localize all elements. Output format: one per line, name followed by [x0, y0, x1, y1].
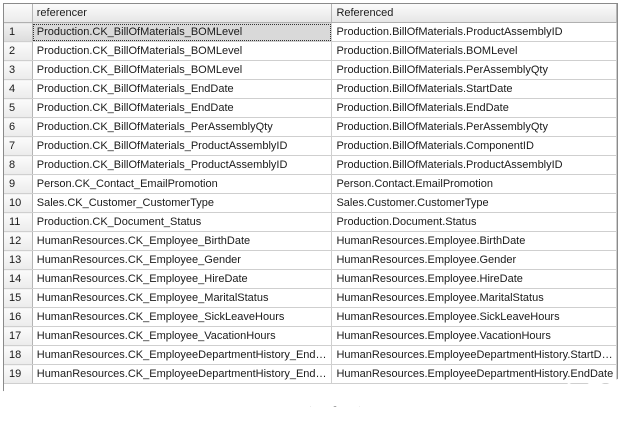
referencer-cell[interactable]: Production.CK_BillOfMaterials_EndDate: [32, 79, 333, 99]
referencer-cell[interactable]: Person.CK_Contact_EmailPromotion: [32, 174, 333, 194]
referencer-cell[interactable]: Production.CK_BillOfMaterials_ProductAss…: [32, 136, 333, 156]
table-row[interactable]: 7 Production.CK_BillOfMaterials_ProductAs…: [4, 136, 617, 156]
table-row[interactable]: 15 HumanResources.CK_Employee_MaritalStat…: [4, 288, 617, 308]
referencer-cell[interactable]: Production.CK_BillOfMaterials_BOMLevel: [32, 22, 333, 42]
referenced-cell[interactable]: Production.BillOfMaterials.ProductAssemb…: [331, 22, 617, 42]
row-number[interactable]: 18: [4, 345, 33, 365]
row-number[interactable]: 15: [4, 288, 33, 308]
referenced-cell[interactable]: HumanResources.EmployeeDepartmentHistory…: [331, 345, 617, 365]
referenced-cell[interactable]: HumanResources.Employee.VacationHours: [331, 326, 617, 346]
row-number[interactable]: 12: [4, 231, 33, 251]
referenced-cell[interactable]: Production.BillOfMaterials.StartDate: [331, 79, 617, 99]
referenced-cell[interactable]: Sales.Customer.CustomerType: [331, 193, 617, 213]
referencer-cell[interactable]: HumanResources.CK_EmployeeDepartmentHist…: [32, 364, 333, 384]
referencer-cell[interactable]: HumanResources.CK_EmployeeDepartmentHist…: [32, 345, 333, 365]
referencer-cell[interactable]: HumanResources.CK_Employee_VacationHours: [32, 326, 333, 346]
table-row[interactable]: 19 HumanResources.CK_EmployeeDepartmentHi…: [4, 364, 617, 384]
row-number[interactable]: 10: [4, 193, 33, 213]
results-table: referencer Referenced 1 Production.CK_Bil…: [4, 4, 617, 384]
referencer-cell[interactable]: Production.CK_BillOfMaterials_ProductAss…: [32, 155, 333, 175]
row-number[interactable]: 11: [4, 212, 33, 232]
row-number[interactable]: 1: [4, 22, 33, 42]
referencer-cell[interactable]: HumanResources.CK_Employee_MaritalStatus: [32, 288, 333, 308]
table-row[interactable]: 9 Person.CK_Contact_EmailPromotion Person.…: [4, 174, 617, 194]
referenced-cell[interactable]: Production.BillOfMaterials.BOMLevel: [331, 41, 617, 61]
select-all-corner[interactable]: [4, 4, 33, 23]
row-number[interactable]: 9: [4, 174, 33, 194]
row-number[interactable]: 6: [4, 117, 33, 137]
referencer-cell[interactable]: Sales.CK_Customer_CustomerType: [32, 193, 333, 213]
referenced-cell[interactable]: HumanResources.Employee.Gender: [331, 250, 617, 270]
table-row[interactable]: 12 HumanResources.CK_Employee_BirthDate Hu…: [4, 231, 617, 251]
row-number[interactable]: 8: [4, 155, 33, 175]
table-row[interactable]: 17 HumanResources.CK_Employee_VacationHou…: [4, 326, 617, 346]
table-row[interactable]: 3 Production.CK_BillOfMaterials_BOMLevel P…: [4, 60, 617, 80]
referencer-cell[interactable]: HumanResources.CK_Employee_BirthDate: [32, 231, 333, 251]
table-row[interactable]: 18 HumanResources.CK_EmployeeDepartmentHi…: [4, 345, 617, 365]
referenced-cell[interactable]: HumanResources.Employee.HireDate: [331, 269, 617, 289]
referencer-cell[interactable]: Production.CK_BillOfMaterials_BOMLevel: [32, 41, 333, 61]
referenced-cell[interactable]: HumanResources.Employee.SickLeaveHours: [331, 307, 617, 327]
table-row[interactable]: 16 HumanResources.CK_Employee_SickLeaveHo…: [4, 307, 617, 327]
referenced-cell[interactable]: HumanResources.Employee.BirthDate: [331, 231, 617, 251]
referencer-cell[interactable]: Production.CK_BillOfMaterials_PerAssembl…: [32, 117, 333, 137]
row-number[interactable]: 17: [4, 326, 33, 346]
referenced-cell[interactable]: HumanResources.Employee.MaritalStatus: [331, 288, 617, 308]
header-row: referencer Referenced: [4, 4, 617, 23]
referenced-cell[interactable]: HumanResources.EmployeeDepartmentHistory…: [331, 364, 617, 384]
referenced-cell[interactable]: Production.BillOfMaterials.EndDate: [331, 98, 617, 118]
row-number[interactable]: 16: [4, 307, 33, 327]
grid-body: 1 Production.CK_BillOfMaterials_BOMLevel P…: [4, 22, 617, 384]
table-row[interactable]: 13 HumanResources.CK_Employee_Gender Human…: [4, 250, 617, 270]
row-number[interactable]: 7: [4, 136, 33, 156]
table-row[interactable]: 4 Production.CK_BillOfMaterials_EndDate Pr…: [4, 79, 617, 99]
table-row[interactable]: 14 HumanResources.CK_Employee_HireDate Hum…: [4, 269, 617, 289]
row-number[interactable]: 4: [4, 79, 33, 99]
table-row[interactable]: 8 Production.CK_BillOfMaterials_ProductAs…: [4, 155, 617, 175]
column-header-referenced[interactable]: Referenced: [331, 4, 617, 23]
referencer-cell[interactable]: Production.CK_BillOfMaterials_EndDate: [32, 98, 333, 118]
results-grid: referencer Referenced 1 Production.CK_Bil…: [3, 3, 618, 407]
referenced-cell[interactable]: Production.BillOfMaterials.ProductAssemb…: [331, 155, 617, 175]
referenced-cell[interactable]: Person.Contact.EmailPromotion: [331, 174, 617, 194]
referencer-cell[interactable]: HumanResources.CK_Employee_SickLeaveHour…: [32, 307, 333, 327]
row-number[interactable]: 13: [4, 250, 33, 270]
table-row[interactable]: 5 Production.CK_BillOfMaterials_EndDate Pr…: [4, 98, 617, 118]
referenced-cell[interactable]: Production.Document.Status: [331, 212, 617, 232]
referencer-cell[interactable]: Production.CK_Document_Status: [32, 212, 333, 232]
table-row[interactable]: 10 Sales.CK_Customer_CustomerType Sales.Cu…: [4, 193, 617, 213]
row-number[interactable]: 3: [4, 60, 33, 80]
table-row[interactable]: 6 Production.CK_BillOfMaterials_PerAssemb…: [4, 117, 617, 137]
table-row[interactable]: 2 Production.CK_BillOfMaterials_BOMLevel P…: [4, 41, 617, 61]
row-number[interactable]: 5: [4, 98, 33, 118]
row-number[interactable]: 19: [4, 364, 33, 384]
referenced-cell[interactable]: Production.BillOfMaterials.PerAssemblyQt…: [331, 60, 617, 80]
referencer-cell[interactable]: HumanResources.CK_Employee_HireDate: [32, 269, 333, 289]
referencer-cell[interactable]: Production.CK_BillOfMaterials_BOMLevel: [32, 60, 333, 80]
column-header-referencer[interactable]: referencer: [32, 4, 333, 23]
referenced-cell[interactable]: Production.BillOfMaterials.PerAssemblyQt…: [331, 117, 617, 137]
table-row[interactable]: 1 Production.CK_BillOfMaterials_BOMLevel P…: [4, 22, 617, 42]
table-row[interactable]: 11 Production.CK_Document_Status Productio…: [4, 212, 617, 232]
row-number[interactable]: 14: [4, 269, 33, 289]
row-number[interactable]: 2: [4, 41, 33, 61]
referencer-cell[interactable]: HumanResources.CK_Employee_Gender: [32, 250, 333, 270]
referenced-cell[interactable]: Production.BillOfMaterials.ComponentID: [331, 136, 617, 156]
